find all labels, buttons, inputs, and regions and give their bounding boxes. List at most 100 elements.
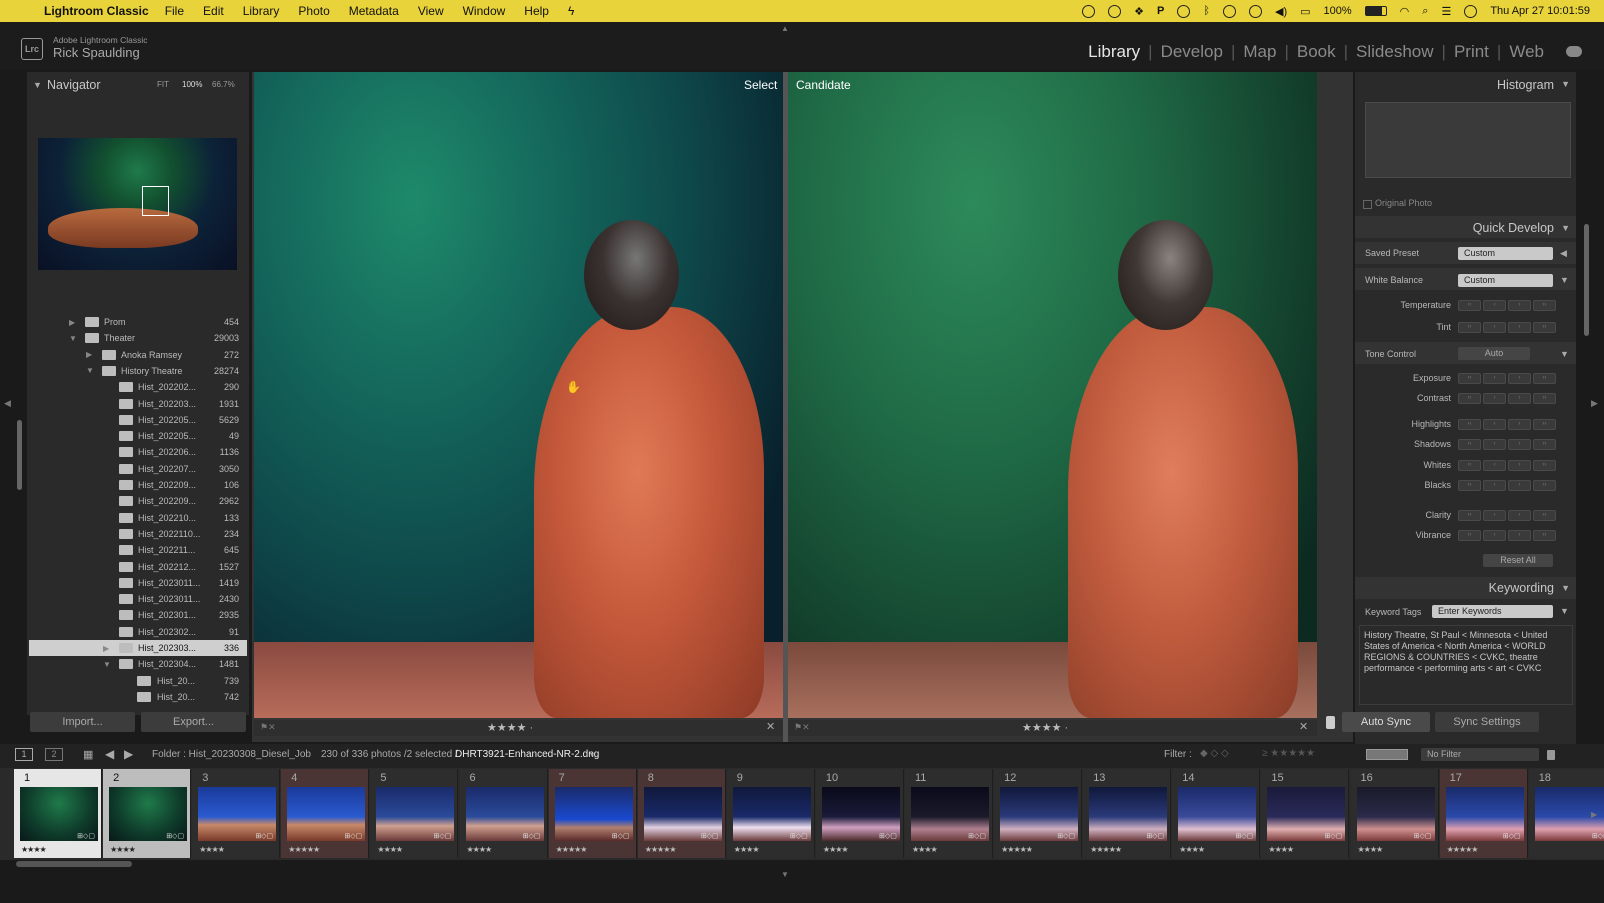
filmstrip-scrollbar[interactable]: [16, 861, 132, 867]
control-center-icon[interactable]: ☰: [1441, 5, 1451, 18]
folder-row[interactable]: ▼ Theater 29003: [29, 330, 247, 346]
folder-row[interactable]: ▶ Anoka Ramsey 272: [29, 347, 247, 363]
clock[interactable]: Thu Apr 27 10:01:59: [1490, 5, 1590, 17]
original-photo-checkbox[interactable]: [1363, 200, 1372, 209]
navigator-preview[interactable]: [38, 138, 237, 270]
folder-row[interactable]: Hist_2023011... 1419: [29, 575, 247, 591]
contrast-buttons[interactable]: ‹‹ ‹ › ››: [1458, 393, 1556, 404]
rating-filter-icons[interactable]: ≥ ★★★★★: [1262, 748, 1315, 759]
folder-disclosure-icon[interactable]: ▼: [69, 334, 77, 343]
keywording-collapse-icon[interactable]: ▼: [1561, 583, 1570, 593]
filename-dropdown-icon[interactable]: ▾: [590, 750, 594, 759]
filmstrip-thumbnail[interactable]: 12 ★★★★★ ⊞◇▢: [994, 769, 1083, 858]
right-scrollbar[interactable]: [1584, 224, 1589, 336]
filmstrip-thumbnail[interactable]: 7 ★★★★★ ⊞◇▢: [548, 769, 637, 858]
folder-row[interactable]: ▼ Hist_202304... 1481: [29, 656, 247, 672]
folder-row[interactable]: Hist_202205... 49: [29, 428, 247, 444]
auto-tone-button[interactable]: Auto: [1458, 347, 1530, 360]
menu-help[interactable]: Help: [524, 4, 549, 18]
tone-control-collapse-icon[interactable]: ▼: [1560, 349, 1569, 359]
module-map[interactable]: Map: [1243, 42, 1276, 62]
module-library[interactable]: Library: [1088, 42, 1140, 62]
cloud-sync-icon[interactable]: [1566, 46, 1582, 57]
keyword-tags-collapse-icon[interactable]: ▼: [1560, 606, 1569, 616]
keyboard-icon[interactable]: ▭: [1300, 5, 1310, 18]
shadows-buttons[interactable]: ‹‹ ‹ › ››: [1458, 439, 1556, 450]
folder-row[interactable]: Hist_20... 739: [29, 673, 247, 689]
sync-settings-button[interactable]: Sync Settings: [1435, 712, 1539, 732]
app-menu[interactable]: Lightroom Classic: [44, 4, 149, 18]
candidate-close-icon[interactable]: ✕: [1299, 720, 1308, 733]
thumbnail-rating[interactable]: ★★★★★: [288, 845, 320, 854]
filmstrip-thumbnail[interactable]: 5 ★★★★ ⊞◇▢: [370, 769, 459, 858]
folder-disclosure-icon[interactable]: ▶: [103, 644, 109, 653]
folder-row[interactable]: Hist_202209... 2962: [29, 493, 247, 509]
temperature-buttons[interactable]: ‹‹ ‹ › ››: [1458, 300, 1556, 311]
current-filename[interactable]: DHRT3921-Enhanced-NR-2.dng: [455, 749, 599, 760]
folder-row[interactable]: Hist_202210... 133: [29, 510, 247, 526]
thumbnail-rating[interactable]: ★★★★: [377, 845, 403, 854]
saved-preset-dropdown[interactable]: Custom: [1458, 247, 1553, 260]
thumbnail-rating[interactable]: ★★★★★: [645, 845, 677, 854]
forward-arrow-icon[interactable]: ▶: [124, 747, 133, 761]
filmstrip-thumbnail[interactable]: 8 ★★★★★ ⊞◇▢: [637, 769, 726, 858]
export-button[interactable]: Export...: [141, 712, 246, 732]
folder-row[interactable]: Hist_202301... 2935: [29, 607, 247, 623]
flag-filter-icons[interactable]: ◆ ◇ ◇: [1200, 748, 1229, 759]
filmstrip-thumbnail[interactable]: 3 ★★★★ ⊞◇▢: [192, 769, 281, 858]
folder-disclosure-icon[interactable]: ▼: [103, 660, 111, 669]
auto-sync-button[interactable]: Auto Sync: [1342, 712, 1430, 732]
folder-row[interactable]: Hist_202205... 5629: [29, 412, 247, 428]
thumbnail-rating[interactable]: ★★★★: [1358, 845, 1384, 854]
select-photo[interactable]: [254, 72, 783, 718]
exposure-buttons[interactable]: ‹‹ ‹ › ››: [1458, 373, 1556, 384]
candidate-flag-icon[interactable]: ⚑✕: [794, 722, 810, 733]
record-icon[interactable]: [1082, 4, 1096, 18]
folder-row[interactable]: Hist_202202... 290: [29, 379, 247, 395]
p-icon[interactable]: P: [1157, 5, 1164, 17]
keywords-textarea[interactable]: History Theatre, St Paul < Minnesota < U…: [1359, 625, 1573, 705]
folder-row[interactable]: Hist_20... 742: [29, 689, 247, 704]
bluetooth-icon[interactable]: ᛒ: [1203, 5, 1210, 17]
menu-file[interactable]: File: [165, 4, 184, 18]
folder-disclosure-icon[interactable]: ▶: [86, 350, 92, 359]
quick-develop-collapse-icon[interactable]: ▼: [1561, 223, 1570, 233]
filmstrip-thumbnail[interactable]: 10 ★★★★ ⊞◇▢: [815, 769, 904, 858]
compare-divider[interactable]: [783, 72, 788, 742]
left-scrollbar[interactable]: [17, 420, 22, 490]
navigator-focus-box[interactable]: [142, 186, 169, 216]
select-rating[interactable]: ★★★★ ·: [487, 721, 533, 734]
folder-row[interactable]: ▶ Prom 454: [29, 314, 247, 330]
folder-row[interactable]: ▼ History Theatre 28274: [29, 363, 247, 379]
candidate-rating[interactable]: ★★★★ ·: [1022, 721, 1068, 734]
user-icon[interactable]: [1222, 4, 1236, 18]
navigator-title[interactable]: Navigator: [47, 78, 101, 92]
filmstrip-thumbnail[interactable]: 13 ★★★★★ ⊞◇▢: [1083, 769, 1172, 858]
creative-cloud-icon[interactable]: [1108, 4, 1122, 18]
info-icon[interactable]: [1177, 4, 1191, 18]
keywording-title[interactable]: Keywording: [1489, 581, 1554, 595]
thumbnail-rating[interactable]: ★★★★★: [1447, 845, 1479, 854]
zoom-100[interactable]: 100%: [182, 80, 202, 89]
blacks-buttons[interactable]: ‹‹ ‹ › ››: [1458, 480, 1556, 491]
right-panel-toggle-icon[interactable]: ▶: [1591, 398, 1598, 409]
source-folder[interactable]: Folder : Hist_20230308_Diesel_Job: [152, 749, 311, 760]
play-icon[interactable]: [1248, 4, 1262, 18]
quick-develop-title[interactable]: Quick Develop: [1473, 221, 1554, 235]
module-print[interactable]: Print: [1454, 42, 1489, 62]
volume-icon[interactable]: ◀): [1275, 5, 1287, 18]
folder-row[interactable]: Hist_202212... 1527: [29, 559, 247, 575]
module-book[interactable]: Book: [1297, 42, 1336, 62]
menu-edit[interactable]: Edit: [203, 4, 224, 18]
battery-icon[interactable]: [1364, 6, 1387, 16]
menu-metadata[interactable]: Metadata: [349, 4, 399, 18]
navigator-collapse-icon[interactable]: ▼: [33, 80, 42, 90]
search-icon[interactable]: ⌕: [1422, 5, 1428, 18]
zoom-fit[interactable]: FIT: [157, 80, 169, 89]
histogram-title[interactable]: Histogram: [1497, 78, 1554, 92]
grid-view-icon[interactable]: ▦: [83, 748, 93, 761]
thumbnail-rating[interactable]: ★★★★: [1268, 845, 1294, 854]
filter-preset-dropdown[interactable]: No Filter: [1421, 748, 1539, 761]
white-balance-collapse-icon[interactable]: ▼: [1560, 275, 1569, 285]
filmstrip-right-arrow-icon[interactable]: ▶: [1591, 810, 1597, 819]
